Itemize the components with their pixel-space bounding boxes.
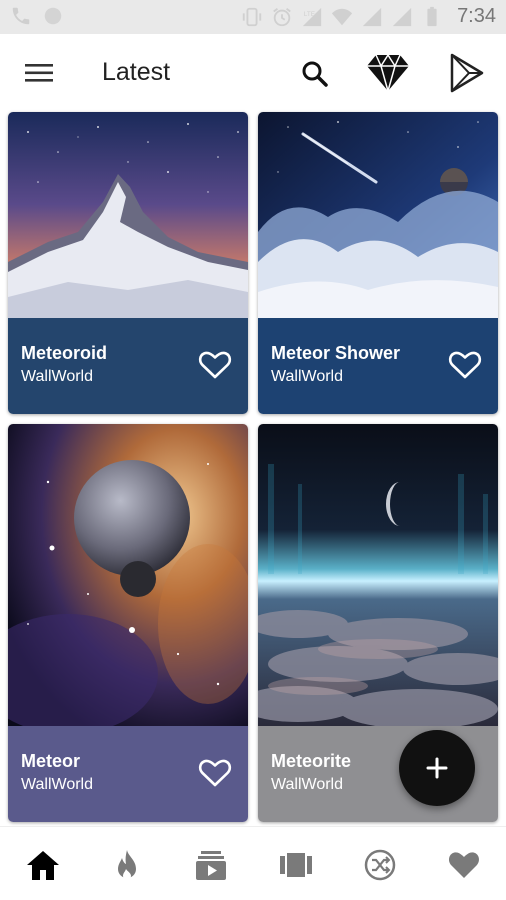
diamond-icon[interactable] <box>363 52 413 94</box>
status-time: 7:34 <box>457 5 496 27</box>
alarm-icon <box>273 7 291 26</box>
card-info-panel: Meteor WallWorld <box>8 726 248 822</box>
wallpaper-title: Meteorite <box>271 751 352 771</box>
wallpaper-author: WallWorld <box>21 776 94 793</box>
wallpaper-author: WallWorld <box>271 776 344 793</box>
fire-icon <box>118 850 136 880</box>
wifi-icon <box>331 8 353 25</box>
wallpaper-card[interactable]: Meteor Shower WallWorld <box>258 112 498 414</box>
video-library-icon <box>196 851 226 880</box>
svg-text:LTE: LTE <box>304 11 315 18</box>
heart-outline-icon[interactable] <box>448 350 482 380</box>
nav-favorites[interactable] <box>444 847 484 883</box>
battery-icon <box>427 6 437 26</box>
wallpaper-card[interactable]: Meteoroid WallWorld <box>8 112 248 414</box>
shuffle-icon <box>364 849 396 881</box>
wallpaper-thumbnail <box>258 424 498 726</box>
carousel-icon <box>280 853 312 877</box>
add-button[interactable] <box>399 730 475 806</box>
nav-carousel[interactable] <box>276 847 316 883</box>
app-bar: Latest <box>0 34 506 112</box>
signal-icon <box>392 7 412 26</box>
lte-icon: LTE <box>302 7 322 26</box>
wallpaper-author: WallWorld <box>271 368 344 385</box>
heart-outline-icon[interactable] <box>198 350 232 380</box>
nav-random[interactable] <box>360 847 400 883</box>
wallpaper-card[interactable]: Meteor WallWorld <box>8 424 248 822</box>
card-info-panel: Meteoroid WallWorld <box>8 318 248 414</box>
wallpaper-thumbnail <box>8 424 248 726</box>
plus-icon <box>426 757 448 779</box>
wallpaper-title: Meteor <box>21 751 81 771</box>
play-store-icon[interactable] <box>446 52 486 94</box>
vibrate-icon <box>242 7 262 26</box>
wallpaper-title: Meteoroid <box>21 343 108 363</box>
search-icon[interactable] <box>299 58 331 90</box>
notification-dot-icon <box>44 7 62 25</box>
card-info-panel: Meteor Shower WallWorld <box>258 318 498 414</box>
menu-icon[interactable] <box>22 58 56 88</box>
phone-icon <box>12 7 30 25</box>
heart-outline-icon[interactable] <box>198 758 232 788</box>
status-bar: LTE 7:34 <box>0 0 506 34</box>
wallpaper-title: Meteor Shower <box>271 343 401 363</box>
wallpaper-thumbnail <box>8 112 248 318</box>
heart-icon <box>448 852 480 878</box>
nav-home[interactable] <box>23 847 63 883</box>
bottom-navigation <box>0 826 506 900</box>
wallpaper-thumbnail <box>258 112 498 318</box>
home-icon <box>27 851 59 880</box>
signal-icon <box>362 7 382 26</box>
page-title: Latest <box>102 58 171 86</box>
nav-trending[interactable] <box>107 847 147 883</box>
wallpaper-author: WallWorld <box>21 368 94 385</box>
nav-collections[interactable] <box>191 847 231 883</box>
